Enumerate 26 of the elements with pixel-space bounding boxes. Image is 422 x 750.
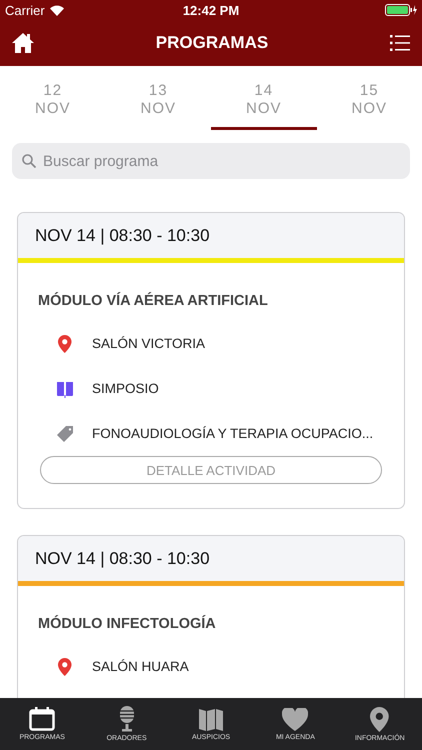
book-icon (56, 380, 74, 398)
session-detail: SIMPOSIO (92, 381, 159, 396)
session-detail: FONOAUDIOLOGÍA Y TERAPIA OCUPACIO... (92, 426, 374, 441)
session-detail: SALÓN VICTORIA (92, 336, 206, 351)
session-title: MÓDULO VÍA AÉREA ARTIFICIAL (38, 293, 269, 309)
tag-icon (56, 424, 74, 442)
heart-icon (282, 708, 308, 730)
calendar-icon (29, 707, 56, 731)
map-icon (199, 707, 224, 731)
wifi-icon (50, 4, 64, 16)
search-icon (22, 154, 36, 168)
location-pin-icon (58, 658, 72, 676)
microphone-icon (118, 706, 136, 732)
carrier-label: Carrier (5, 2, 45, 18)
home-button[interactable] (12, 32, 34, 54)
session-time: NOV 14 | 08:30 - 10:30 (35, 226, 210, 246)
session-detail: SALÓN HUARA (92, 659, 189, 674)
location-pin-icon (58, 334, 72, 352)
session-title: MÓDULO INFECTOLOGÍA (38, 616, 217, 632)
location-pin-icon (370, 706, 390, 732)
status-time: 12:42 PM (182, 2, 240, 18)
battery-icon (385, 4, 417, 16)
page-title: PROGRAMAS (156, 33, 268, 53)
search-field[interactable]: Buscar programa (12, 143, 410, 179)
session-time: NOV 14 | 08:30 - 10:30 (35, 548, 210, 568)
menu-button[interactable] (390, 34, 410, 52)
